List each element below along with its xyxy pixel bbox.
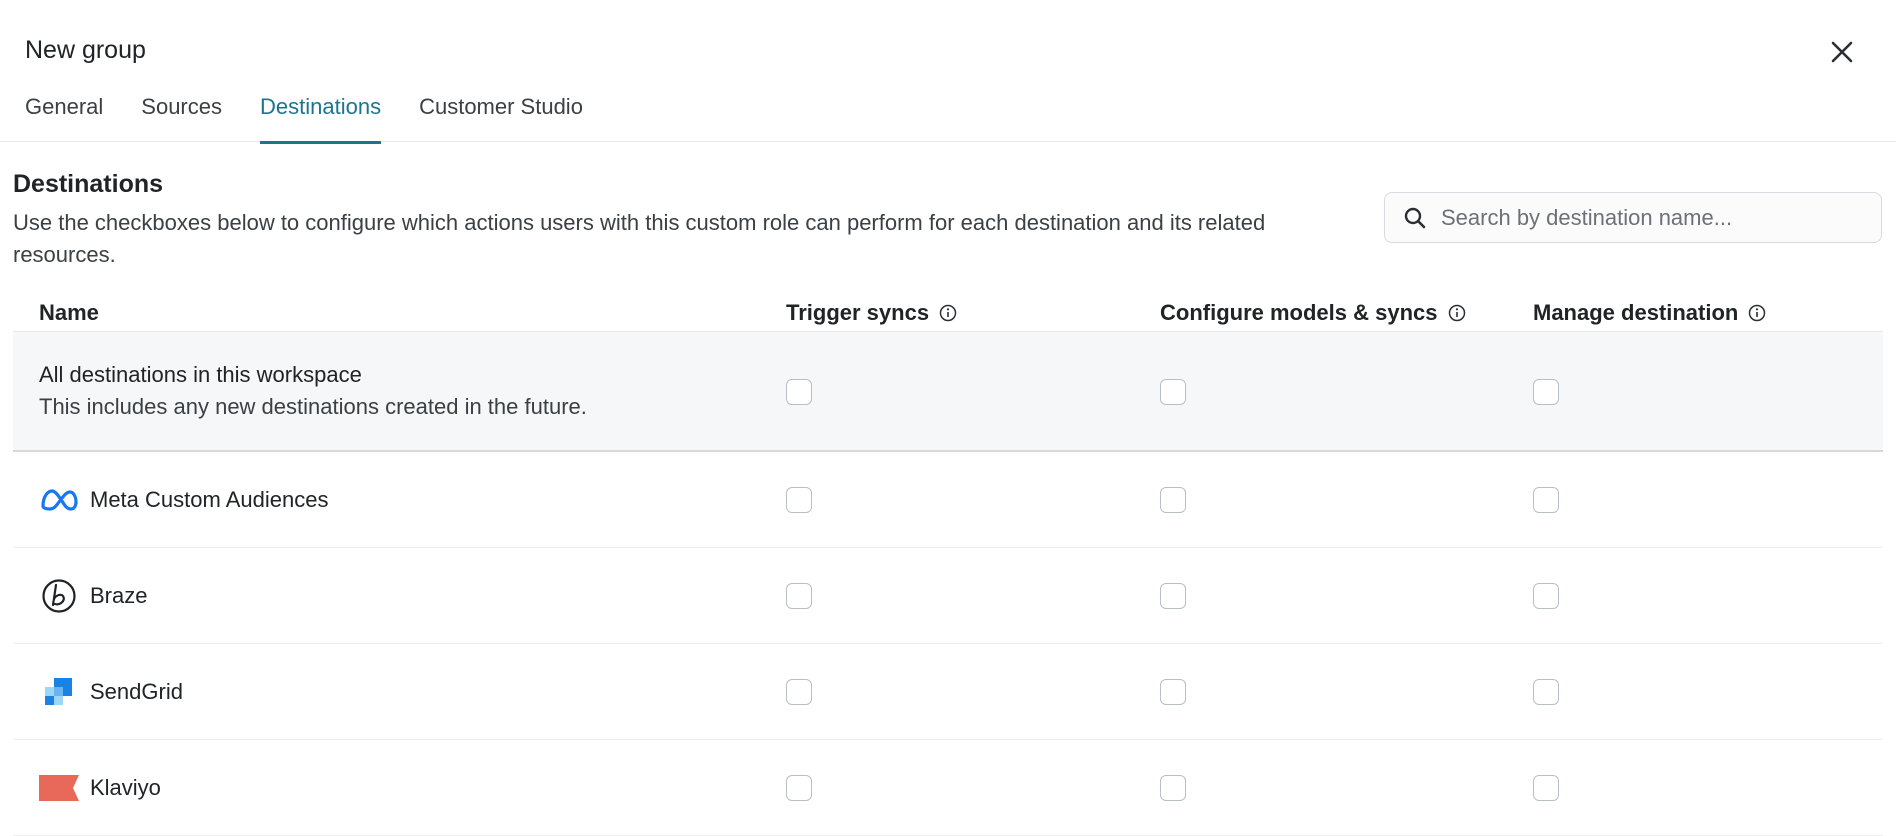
trigger-syncs-checkbox[interactable] <box>786 487 812 513</box>
destination-name: Meta Custom Audiences <box>39 452 328 548</box>
trigger-syncs-checkbox[interactable] <box>786 679 812 705</box>
column-header-configure-models-syncs: Configure models & syncs <box>1160 300 1466 326</box>
tab-customer-studio[interactable]: Customer Studio <box>419 94 583 142</box>
column-header-name: Name <box>39 300 99 325</box>
manage-destination-checkbox[interactable] <box>1533 679 1559 705</box>
configure-models-syncs-checkbox[interactable] <box>1160 775 1186 801</box>
column-header-manage-destination: Manage destination <box>1533 300 1766 326</box>
manage-destination-checkbox[interactable] <box>1533 583 1559 609</box>
meta-logo-icon <box>39 480 79 520</box>
tab-sources[interactable]: Sources <box>141 94 222 142</box>
destination-name: SendGrid <box>39 644 183 740</box>
configure-models-syncs-checkbox[interactable] <box>1160 487 1186 513</box>
manage-destination-checkbox[interactable] <box>1533 487 1559 513</box>
configure-models-syncs-checkbox[interactable] <box>1160 583 1186 609</box>
dialog-header: New group General Sources Destinations C… <box>0 0 1896 144</box>
braze-logo-icon <box>39 576 79 616</box>
table-row: SendGrid <box>13 644 1883 740</box>
configure-models-syncs-checkbox[interactable] <box>1160 679 1186 705</box>
destinations-table: Name Trigger syncs Configure models & sy… <box>13 290 1883 836</box>
sendgrid-logo-icon <box>39 672 79 712</box>
tab-general[interactable]: General <box>25 94 103 142</box>
configure-models-syncs-checkbox[interactable] <box>1160 379 1186 405</box>
table-row: Meta Custom Audiences <box>13 452 1883 548</box>
klaviyo-logo-icon <box>39 768 79 808</box>
manage-destination-checkbox[interactable] <box>1533 379 1559 405</box>
tab-destinations[interactable]: Destinations <box>260 94 382 144</box>
section-title: Destinations <box>13 170 164 198</box>
tab-bar: General Sources Destinations Customer St… <box>25 94 621 144</box>
table-header: Name Trigger syncs Configure models & sy… <box>13 290 1883 332</box>
trigger-syncs-checkbox[interactable] <box>786 583 812 609</box>
dialog-title: New group <box>25 36 146 64</box>
table-row: Braze <box>13 548 1883 644</box>
search-box[interactable] <box>1384 192 1882 243</box>
info-icon[interactable] <box>939 304 957 322</box>
close-icon <box>1831 41 1853 63</box>
column-header-trigger-syncs: Trigger syncs <box>786 300 957 326</box>
close-button[interactable] <box>1826 36 1858 68</box>
info-icon[interactable] <box>1448 304 1466 322</box>
info-icon[interactable] <box>1748 304 1766 322</box>
manage-destination-checkbox[interactable] <box>1533 775 1559 801</box>
search-input[interactable] <box>1441 204 1861 231</box>
destination-name: Braze <box>39 548 147 644</box>
table-row: Klaviyo <box>13 740 1883 836</box>
destination-name: Klaviyo <box>39 740 161 836</box>
all-destinations-title: All destinations in this workspace <box>39 362 362 387</box>
section-description: Use the checkboxes below to configure wh… <box>13 210 1266 267</box>
search-icon <box>1404 207 1426 228</box>
table-row-all-destinations: All destinations in this workspace This … <box>13 332 1883 452</box>
trigger-syncs-checkbox[interactable] <box>786 775 812 801</box>
all-destinations-subtitle: This includes any new destinations creat… <box>39 394 587 419</box>
trigger-syncs-checkbox[interactable] <box>786 379 812 405</box>
